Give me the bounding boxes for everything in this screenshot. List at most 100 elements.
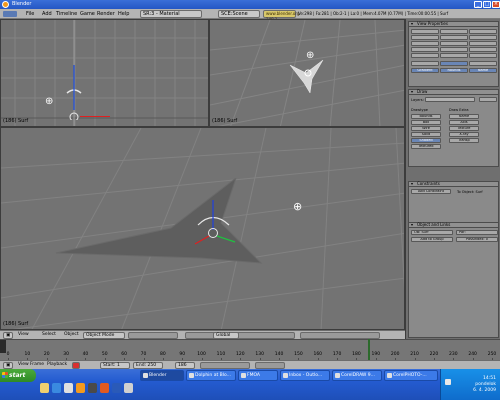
playback-controls[interactable] [200,362,250,369]
app-icon[interactable] [88,383,97,393]
ie-icon[interactable] [52,383,61,393]
viewport-top-right[interactable]: ⊕ (186) Surf [209,19,405,127]
maximize-button[interactable]: □ [483,1,491,8]
object-surf-top-right[interactable] [288,55,328,95]
clock[interactable]: 14:51 pondelok 6. 4. 2009 [473,376,496,394]
drawtype-wire[interactable]: Wire [411,126,441,131]
object-name-field[interactable]: OB: Surf [411,230,453,235]
panel-button[interactable] [469,61,497,66]
firefox-icon[interactable] [100,383,109,393]
url-link[interactable]: www.blender.org 248.1 [263,10,299,22]
layer-buttons[interactable] [300,332,380,339]
layer-lock-button[interactable] [479,97,497,102]
task-coreldraw[interactable]: CorelDRAW 9... [332,370,382,381]
word-icon[interactable] [112,383,121,393]
panel-button[interactable] [440,61,468,66]
rounds-button[interactable]: Rounds [440,68,468,73]
menu-select[interactable]: Select [40,332,58,339]
timeline-ruler[interactable]: 0 10 20 30 40 50 60 70 80 90 100 110 120 130 140 150 160… [0,352,500,361]
panel-button[interactable] [440,35,468,40]
menu-help[interactable]: Help [118,11,129,17]
task-blender[interactable]: Blender [140,370,184,381]
viewport-main[interactable]: ⊕ (186) Surf [0,127,405,330]
screen-select[interactable]: SR:3 - Material [140,10,202,18]
start-button[interactable]: start [0,369,36,382]
task-fmoa[interactable]: FMOA [238,370,278,381]
panel-button[interactable] [411,47,439,52]
mode-select[interactable]: Object Mode [83,332,125,339]
add-to-group-button[interactable]: Add to Group [411,237,453,242]
drawextra-axis[interactable]: Axis [449,120,479,125]
panel-button[interactable] [469,35,497,40]
panel-button[interactable] [469,29,497,34]
panel-button[interactable] [411,61,439,66]
3d-cursor-icon[interactable]: ⊕ [45,96,53,107]
gradient-button[interactable]: Gradient [411,68,439,73]
panel-button[interactable] [411,53,439,58]
record-button[interactable] [72,362,80,369]
editor-type-button[interactable]: ▣ [3,332,13,339]
close-button[interactable]: × [492,1,500,8]
drawtype-bounds[interactable]: Bounds [411,114,441,119]
timeline-menu-playback[interactable]: Playback [45,362,69,369]
drawtype-box[interactable]: Box [411,120,441,125]
end-frame-field[interactable]: End: 250 [133,362,163,369]
x-axis-arrow [80,116,110,117]
task-outlook[interactable]: Inbox - Outlo... [280,370,330,381]
panel-button[interactable] [411,29,439,34]
tray-icon[interactable] [445,379,451,385]
panel-button[interactable] [469,41,497,46]
folder-icon[interactable] [40,383,49,393]
menu-add[interactable]: Add [42,11,52,17]
minimize-button[interactable]: _ [474,1,482,8]
menu-timeline[interactable]: Timeline [56,11,77,17]
editor-type-icon[interactable] [3,11,17,17]
viewport-top-left[interactable]: ⊕ (186) Surf [0,19,209,127]
object-surf-top-left[interactable] [63,60,83,120]
panel-button[interactable] [469,47,497,52]
drawtype-solid[interactable]: Solid [411,132,441,137]
panel-button[interactable] [469,53,497,58]
object-selected-main[interactable] [193,200,237,250]
menu-object[interactable]: Object [62,332,81,339]
drawtype-shaded[interactable]: Shaded [411,138,441,143]
add-constraint-button[interactable]: Add Constraint [411,189,451,194]
object-surf-main[interactable] [51,178,301,288]
scene-select[interactable]: SCE:Scene [218,10,260,18]
draw-type-buttons[interactable] [128,332,178,339]
menu-view[interactable]: View [16,332,31,339]
drawtype-textured[interactable]: Textured [411,144,441,149]
app-icon[interactable] [124,383,133,393]
current-frame-marker[interactable] [368,339,371,360]
name-button[interactable]: Name [469,68,497,73]
pass-index-field[interactable]: PassIndex: 0 [456,237,498,242]
editor-type-button[interactable]: ▣ [3,362,13,369]
drawextra-name[interactable]: Name [449,114,479,119]
pivot-select[interactable]: Global [213,332,239,339]
drawextra-texture[interactable]: Texture [449,126,479,131]
timeline-menu-frame[interactable]: Frame [28,362,46,369]
parent-field[interactable]: Par: [456,230,498,235]
3d-cursor-icon[interactable]: ⊕ [306,50,314,61]
panel-button[interactable] [440,47,468,52]
task-dolphin[interactable]: Dolphin at Blo... [186,370,236,381]
3d-cursor-icon[interactable]: ⊕ [293,200,302,213]
panel-button[interactable] [440,29,468,34]
task-corelphoto[interactable]: CorelPHOTO-... [384,370,438,381]
layer-grid[interactable] [425,97,475,102]
menu-file[interactable]: File [26,11,34,17]
menu-game[interactable]: Game [80,11,95,17]
blender-quicklaunch-icon[interactable] [76,383,85,393]
panel-button[interactable] [411,41,439,46]
panel-button[interactable] [411,35,439,40]
panel-button[interactable] [440,53,468,58]
drawextra-transp[interactable]: Transp [449,138,479,143]
keying-controls[interactable] [255,362,285,369]
app-icon[interactable] [64,383,73,393]
current-frame-field[interactable]: 186 [175,362,195,369]
panel-button[interactable] [440,41,468,46]
transform-widget-buttons[interactable] [185,332,295,339]
start-frame-field[interactable]: Start: 1 [100,362,130,369]
drawextra-xray[interactable]: X-ray [449,132,479,137]
menu-render[interactable]: Render [97,11,115,17]
